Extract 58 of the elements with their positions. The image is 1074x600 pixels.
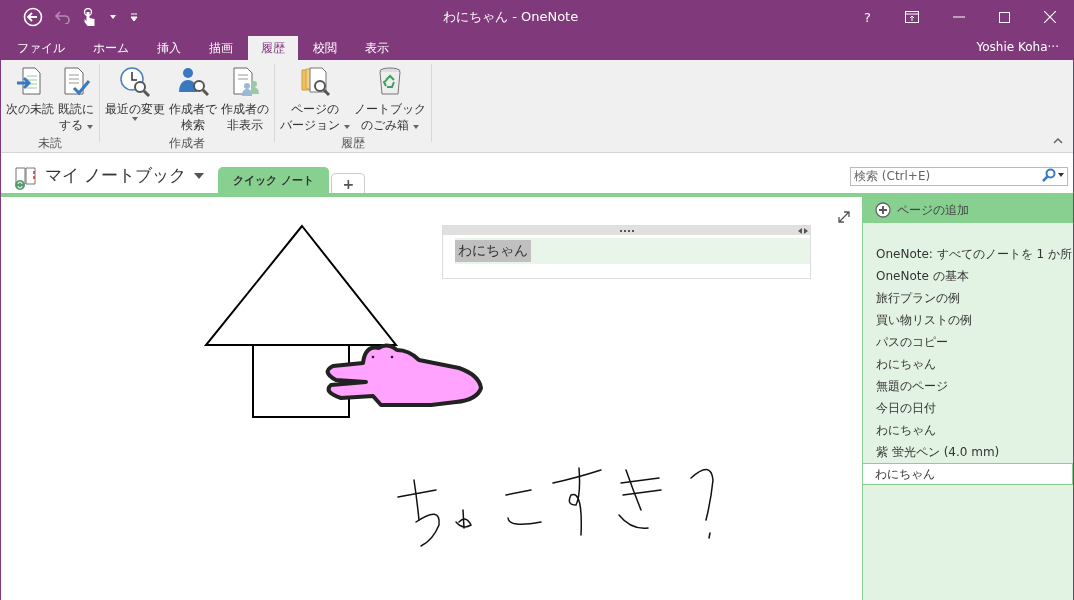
window-title: わにちゃん - OneNote [443,8,580,26]
pages-magnifier-icon [298,66,331,98]
ribbon-button[interactable]: 次の未読 [4,64,56,135]
page-list-item[interactable]: 紫 蛍光ペン (4.0 mm) [863,441,1073,463]
ribbon-tab[interactable]: ホーム [80,36,142,60]
page-list-item[interactable]: わにちゃん [863,419,1073,441]
person-magnifier-icon [177,66,209,98]
back-icon[interactable] [23,7,43,27]
notebook-icon [13,165,39,191]
add-section-tab[interactable]: + [331,173,366,193]
help-button[interactable]: ? [864,9,871,25]
ribbon-button[interactable]: ノートブック のごみ箱 [351,64,428,135]
touch-hand-icon[interactable] [83,8,97,26]
ribbon-tab[interactable]: 校閲 [300,36,350,60]
customize-toolbar-icon[interactable] [129,12,139,22]
group-label: 履歴 [340,135,365,152]
ribbon-button[interactable]: ページの バージョン [278,64,352,135]
page-list-item[interactable]: 買い物リストの例 [863,309,1073,331]
expand-icon[interactable] [838,211,850,223]
close-icon[interactable] [1044,11,1056,23]
note-container-handle[interactable] [443,226,810,235]
caret-icon [194,172,205,179]
group-label: 作成者 [169,135,205,152]
ribbon-tab[interactable]: 表示 [352,36,402,60]
group-label: 未読 [38,135,62,152]
page-list-item[interactable]: OneNote の基本 [863,265,1073,287]
section-tab[interactable]: クイック ノート [218,167,330,193]
undo-icon[interactable] [55,10,71,24]
search-icon [1042,167,1056,182]
notebook-dropdown[interactable]: マイ ノートブック [39,164,211,193]
note-text[interactable]: わにちゃん [455,240,531,262]
ribbon-tab[interactable]: 描画 [196,36,246,60]
maximize-icon[interactable] [999,11,1010,23]
caret-icon[interactable] [109,14,117,20]
search-field[interactable]: 検索 (Ctrl+E) [850,166,1068,186]
user-name[interactable]: Yoshie Koha··· [976,40,1073,60]
ribbon-display-options-icon[interactable] [905,11,919,23]
page-list-item[interactable]: 今日の日付 [863,397,1073,419]
caret-icon [1058,172,1064,177]
ribbon-tab[interactable]: 挿入 [144,36,194,60]
ribbon-button[interactable]: 最近の変更 [103,64,167,135]
page-list-item[interactable]: OneNote: すべてのノートを 1 か所 [863,243,1073,265]
clock-magnifier-icon [119,66,151,98]
resize-arrows-icon [798,227,808,234]
page-list-item[interactable]: 旅行プランの例 [863,287,1073,309]
add-page-button[interactable]: ページの追加 [863,197,1073,223]
plus-circle-icon [875,202,891,218]
drag-dots-icon [619,229,634,232]
ribbon-button[interactable]: 既読に する [56,64,96,135]
ribbon-button[interactable]: 作成者で 検索 [167,64,219,135]
page-list-item[interactable]: わにちゃん [863,353,1073,375]
page-list-item[interactable]: パスのコピー [863,331,1073,353]
ribbon-button[interactable]: 作成者の 非表示 [219,64,271,135]
collapse-ribbon-icon[interactable] [1053,138,1063,144]
page-list-item[interactable]: 無題のページ [863,375,1073,397]
ribbon-tab[interactable]: ファイル [4,36,78,60]
page-list-item[interactable]: わにちゃん [862,463,1073,485]
ribbon-tab[interactable]: 履歴 [248,36,298,60]
